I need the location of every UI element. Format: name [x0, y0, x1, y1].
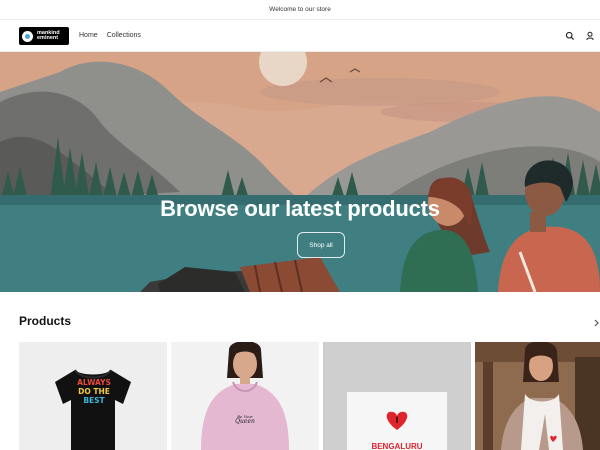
- product-image: [475, 342, 600, 450]
- tote-print-top: I: [395, 415, 399, 425]
- main-nav: Home Collections: [79, 32, 141, 39]
- hero-title: Browse our latest products: [160, 196, 440, 221]
- logo-line-2: eminent: [37, 35, 59, 41]
- site-header: mankind eminent Home Collections: [0, 20, 600, 52]
- product-image: [347, 392, 447, 450]
- store-logo[interactable]: mankind eminent: [19, 27, 69, 45]
- nav-home[interactable]: Home: [79, 32, 98, 39]
- product-card-tote[interactable]: I BENGALURU: [323, 342, 471, 450]
- account-icon[interactable]: [585, 31, 595, 41]
- announcement-text: Welcome to our store: [269, 6, 331, 13]
- product-card-tshirt[interactable]: ALWAYS DO THE BEST: [19, 342, 167, 450]
- nav-collections[interactable]: Collections: [107, 32, 141, 39]
- logo-mark-icon: [22, 30, 33, 42]
- hero-banner: Browse our latest products Shop all: [0, 52, 600, 292]
- print-line-1: ALWAYS: [77, 378, 111, 387]
- product-card-hoodie[interactable]: Be Your Queen: [171, 342, 319, 450]
- hoodie-print: Be Your Queen: [223, 414, 267, 425]
- tote-print-bottom: BENGALURU: [371, 442, 423, 450]
- search-icon[interactable]: [565, 31, 575, 41]
- chevron-right-icon[interactable]: [592, 318, 600, 328]
- announcement-bar: Welcome to our store: [0, 0, 600, 20]
- product-image: [201, 342, 289, 450]
- print-line-2: Queen: [235, 418, 255, 425]
- print-line-3: BEST: [83, 396, 105, 405]
- product-card-scarf[interactable]: [475, 342, 600, 450]
- logo-wordmark: mankind eminent: [37, 30, 60, 42]
- shop-all-button[interactable]: Shop all: [297, 232, 345, 258]
- tshirt-print: ALWAYS DO THE BEST: [69, 378, 119, 405]
- print-line-2: DO THE: [78, 387, 110, 396]
- products-heading: Products: [19, 314, 72, 328]
